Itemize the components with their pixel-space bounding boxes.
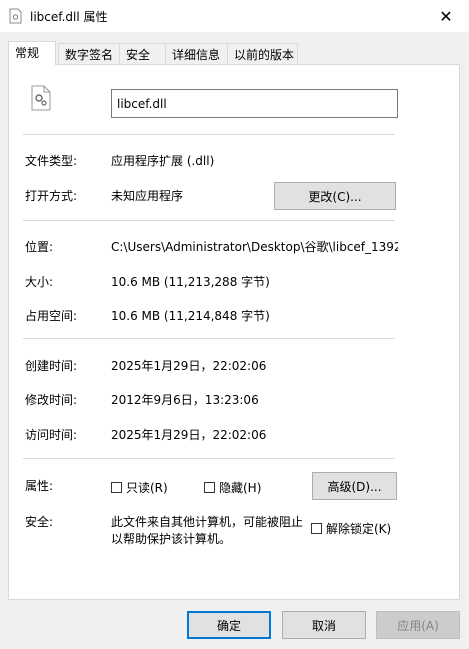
modified-value: 2012年9月6日，13:23:06 [111, 393, 259, 407]
readonly-checkbox-box[interactable] [111, 482, 122, 493]
tab-previous-versions[interactable]: 以前的版本 [227, 43, 298, 64]
accessed-value: 2025年1月29日，22:02:06 [111, 428, 267, 442]
apply-button[interactable]: 应用(A) [376, 611, 460, 639]
unblock-checkbox-label: 解除锁定(K) [326, 522, 392, 536]
file-type-label: 文件类型: [25, 154, 78, 168]
opens-with-label: 打开方式: [25, 189, 78, 203]
accessed-label: 访问时间: [25, 428, 78, 442]
attributes-label: 属性: [25, 479, 54, 493]
security-text-line2: 以帮助保护该计算机。 [111, 532, 232, 546]
hidden-checkbox[interactable]: 隐藏(H) [204, 479, 261, 496]
size-label: 大小: [25, 275, 54, 289]
security-label: 安全: [25, 515, 54, 529]
ok-button[interactable]: 确定 [187, 611, 271, 639]
separator [23, 134, 395, 135]
separator [23, 458, 395, 459]
unblock-checkbox[interactable]: 解除锁定(K) [311, 520, 391, 537]
tab-digital-signatures[interactable]: 数字签名 [58, 43, 120, 64]
readonly-checkbox[interactable]: 只读(R) [111, 479, 168, 496]
cancel-button[interactable]: 取消 [282, 611, 366, 639]
general-panel: 文件类型: 应用程序扩展 (.dll) 打开方式: 未知应用程序 更改(C)..… [8, 64, 460, 600]
opens-with-value: 未知应用程序 [111, 189, 184, 203]
advanced-button[interactable]: 高级(D)... [312, 472, 397, 500]
hidden-checkbox-label: 隐藏(H) [219, 481, 262, 495]
dll-file-icon [31, 85, 51, 111]
unblock-checkbox-box[interactable] [311, 523, 322, 534]
location-label: 位置: [25, 240, 54, 254]
tab-details[interactable]: 详细信息 [165, 43, 228, 64]
file-name-input[interactable] [111, 89, 398, 118]
window-title: libcef.dll 属性 [30, 10, 108, 24]
created-value: 2025年1月29日，22:02:06 [111, 359, 267, 373]
tab-general[interactable]: 常规 [8, 41, 56, 65]
tab-strip: 常规 数字签名 安全 详细信息 以前的版本 [8, 41, 461, 65]
modified-label: 修改时间: [25, 393, 78, 407]
size-on-disk-value: 10.6 MB (11,214,848 字节) [111, 309, 270, 323]
hidden-checkbox-box[interactable] [204, 482, 215, 493]
security-text-line1: 此文件来自其他计算机，可能被阻止 [111, 515, 304, 529]
location-value: C:\Users\Administrator\Desktop\谷歌\libcef… [111, 240, 398, 254]
close-button[interactable]: ✕ [423, 0, 469, 32]
title-bar: libcef.dll 属性 ✕ [0, 0, 469, 32]
created-label: 创建时间: [25, 359, 78, 373]
size-on-disk-label: 占用空间: [25, 309, 78, 323]
separator [23, 220, 395, 221]
change-button[interactable]: 更改(C)... [274, 182, 396, 210]
file-type-value: 应用程序扩展 (.dll) [111, 154, 215, 168]
separator [23, 338, 395, 339]
readonly-checkbox-label: 只读(R) [126, 481, 168, 495]
tab-security[interactable]: 安全 [119, 43, 166, 64]
size-value: 10.6 MB (11,213,288 字节) [111, 275, 270, 289]
close-icon: ✕ [439, 6, 453, 26]
file-icon [9, 8, 22, 24]
